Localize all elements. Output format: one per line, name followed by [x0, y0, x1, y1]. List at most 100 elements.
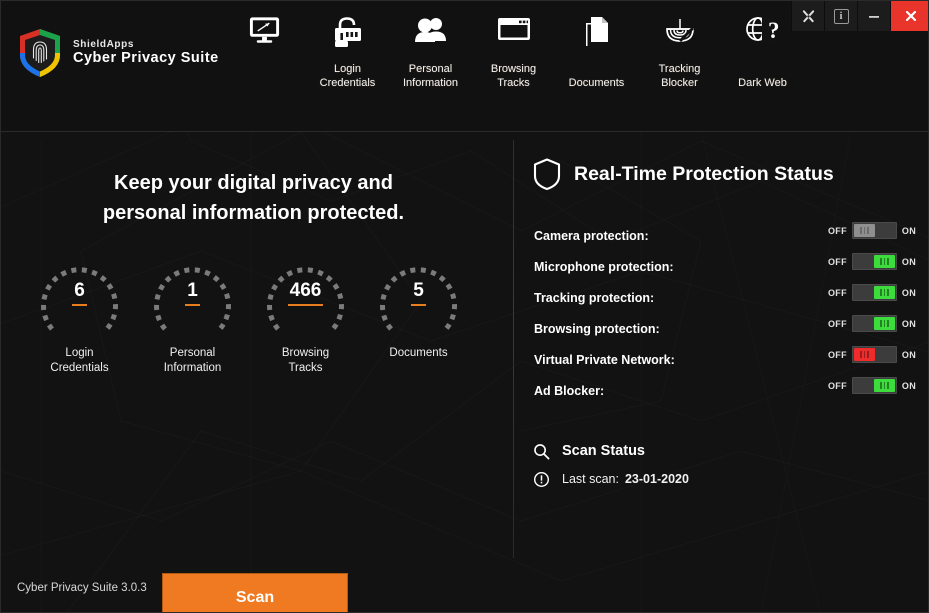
version-label: Cyber Privacy Suite 3.0.3 — [17, 582, 147, 594]
browser-window-icon — [497, 18, 530, 40]
ad-blocker-toggle[interactable] — [851, 377, 897, 394]
toggle-knob — [853, 348, 875, 361]
toggle-on-label: ON — [901, 256, 916, 267]
gauge-documents[interactable]: 5 Documents — [362, 250, 475, 376]
toggle-label: Browsing protection: — [534, 321, 660, 336]
page-headline: Keep your digital privacy and personal i… — [1, 168, 506, 229]
search-icon — [533, 443, 549, 459]
last-scan-row: Last scan: 23-01-2020 — [532, 465, 922, 493]
protection-title-text: Real-Time Protection Status — [574, 162, 834, 185]
info-icon: i — [833, 8, 849, 24]
gauge-login-credentials[interactable]: 6 Login Credentials — [23, 250, 136, 376]
gauge-value: 466 — [257, 280, 354, 306]
gauge-label: Login Credentials — [50, 347, 109, 375]
scan-button[interactable]: Scan — [162, 573, 348, 612]
brand-logo: ShieldApps Cyber Privacy Suite — [17, 27, 219, 79]
toggle-knob — [873, 379, 895, 392]
nav-item-login-credentials[interactable]: Login Credentials — [306, 15, 389, 91]
gauge-personal-information[interactable]: 1 Personal Information — [136, 250, 249, 376]
gauge-value: 1 — [144, 280, 241, 306]
content-area: Keep your digital privacy and personal i… — [1, 132, 928, 612]
toggle-label: Microphone protection: — [534, 259, 674, 274]
gauge-value: 6 — [31, 280, 128, 306]
header-bar: ShieldApps Cyber Privacy Suite i Login C… — [1, 1, 928, 132]
headline-line-2: personal information protected. — [102, 202, 405, 225]
gauge-group: 6 Login Credentials 1 Personal Informati… — [23, 250, 493, 376]
svg-text:?: ? — [768, 18, 780, 43]
scan-status-section: Scan Status Last scan: 23-01-2020 — [532, 437, 922, 493]
protection-toggle-list: Camera protection: OFF ON Microphone pro… — [534, 220, 916, 406]
toggle-off-label: OFF — [827, 349, 847, 360]
toggle-row-ad-blocker: Ad Blocker: OFF ON — [534, 375, 916, 406]
microphone-protection-toggle[interactable] — [851, 253, 897, 270]
tracking-protection-toggle[interactable] — [851, 284, 897, 301]
lock-icon — [334, 17, 361, 47]
alert-circle-icon — [533, 471, 549, 487]
last-scan-value: 23-01-2020 — [624, 472, 689, 486]
radar-icon — [665, 19, 694, 43]
nav-item-tracking-blocker[interactable]: Tracking Blocker — [638, 15, 721, 91]
nav-item-browsing-tracks[interactable]: Browsing Tracks — [472, 15, 555, 91]
nav-item-personal-information[interactable]: Personal Information — [389, 15, 472, 91]
last-scan-text: Last scan: 23-01-2020 — [562, 472, 689, 486]
toggle-off-label: OFF — [827, 256, 847, 267]
toggle-on-label: ON — [901, 349, 916, 360]
documents-icon — [585, 17, 608, 48]
vpn-toggle[interactable] — [851, 346, 897, 363]
toggle-knob — [853, 224, 875, 237]
protection-panel-title: Real-Time Protection Status — [532, 157, 834, 191]
toggle-knob — [873, 255, 895, 268]
toggle-on-label: ON — [901, 380, 916, 391]
nav-label-login-credentials: Login Credentials — [319, 63, 376, 89]
toggle-row-microphone: Microphone protection: OFF ON — [534, 251, 916, 282]
brand-line-2: Cyber Privacy Suite — [73, 50, 219, 67]
scan-status-title: Scan Status — [562, 443, 645, 459]
toggle-off-label: OFF — [827, 287, 847, 298]
toggle-on-label: ON — [901, 318, 916, 329]
last-scan-label: Last scan: — [562, 472, 619, 486]
toggle-off-label: OFF — [827, 380, 847, 391]
globe-question-icon: ? — [745, 17, 780, 43]
info-button[interactable]: i — [824, 1, 857, 31]
toggle-label: Virtual Private Network: — [534, 352, 675, 367]
gauge-label: Personal Information — [163, 347, 222, 375]
nav-item-dark-web[interactable]: ? Dark Web — [721, 15, 804, 91]
toggle-label: Camera protection: — [534, 228, 649, 243]
camera-protection-toggle[interactable] — [851, 222, 897, 239]
toggle-row-vpn: Virtual Private Network: OFF ON — [534, 344, 916, 375]
shield-outline-icon — [533, 158, 561, 191]
nav-label-documents: Documents — [568, 77, 625, 89]
toggle-row-tracking: Tracking protection: OFF ON — [534, 282, 916, 313]
brand-line-1: ShieldApps — [73, 39, 135, 51]
browsing-protection-toggle[interactable] — [851, 315, 897, 332]
shield-fingerprint-logo — [20, 29, 60, 77]
toggle-label: Ad Blocker: — [534, 383, 605, 398]
main-navigation: Login Credentials Personal Information B… — [223, 15, 804, 91]
users-icon — [414, 18, 446, 42]
toggle-row-browsing: Browsing protection: OFF ON — [534, 313, 916, 344]
nav-label-tracking-blocker: Tracking Blocker — [658, 63, 701, 89]
monitor-icon — [249, 17, 280, 43]
headline-line-1: Keep your digital privacy and — [114, 172, 393, 194]
scan-status-title-row: Scan Status — [532, 437, 922, 465]
gauge-value: 5 — [370, 280, 467, 306]
nav-label-personal-information: Personal Information — [402, 63, 459, 89]
toggle-row-camera: Camera protection: OFF ON — [534, 220, 916, 251]
close-icon — [905, 10, 916, 22]
gauge-label: Documents — [389, 347, 448, 359]
toggle-label: Tracking protection: — [534, 290, 655, 305]
minimize-button[interactable] — [857, 1, 890, 31]
toggle-off-label: OFF — [827, 225, 847, 236]
nav-item-status[interactable] — [223, 15, 306, 91]
minimize-icon — [869, 16, 879, 18]
gauge-browsing-tracks[interactable]: 466 Browsing Tracks — [249, 250, 362, 376]
nav-label-browsing-tracks: Browsing Tracks — [490, 63, 537, 89]
close-button[interactable] — [890, 1, 928, 31]
nav-label-dark-web: Dark Web — [738, 77, 787, 89]
protection-panel: Real-Time Protection Status Camera prote… — [514, 132, 928, 612]
gauge-label: Browsing Tracks — [281, 347, 330, 375]
window-controls: i — [791, 1, 928, 31]
toggle-off-label: OFF — [827, 318, 847, 329]
toggle-on-label: ON — [901, 225, 916, 236]
nav-item-documents[interactable]: Documents — [555, 15, 638, 91]
